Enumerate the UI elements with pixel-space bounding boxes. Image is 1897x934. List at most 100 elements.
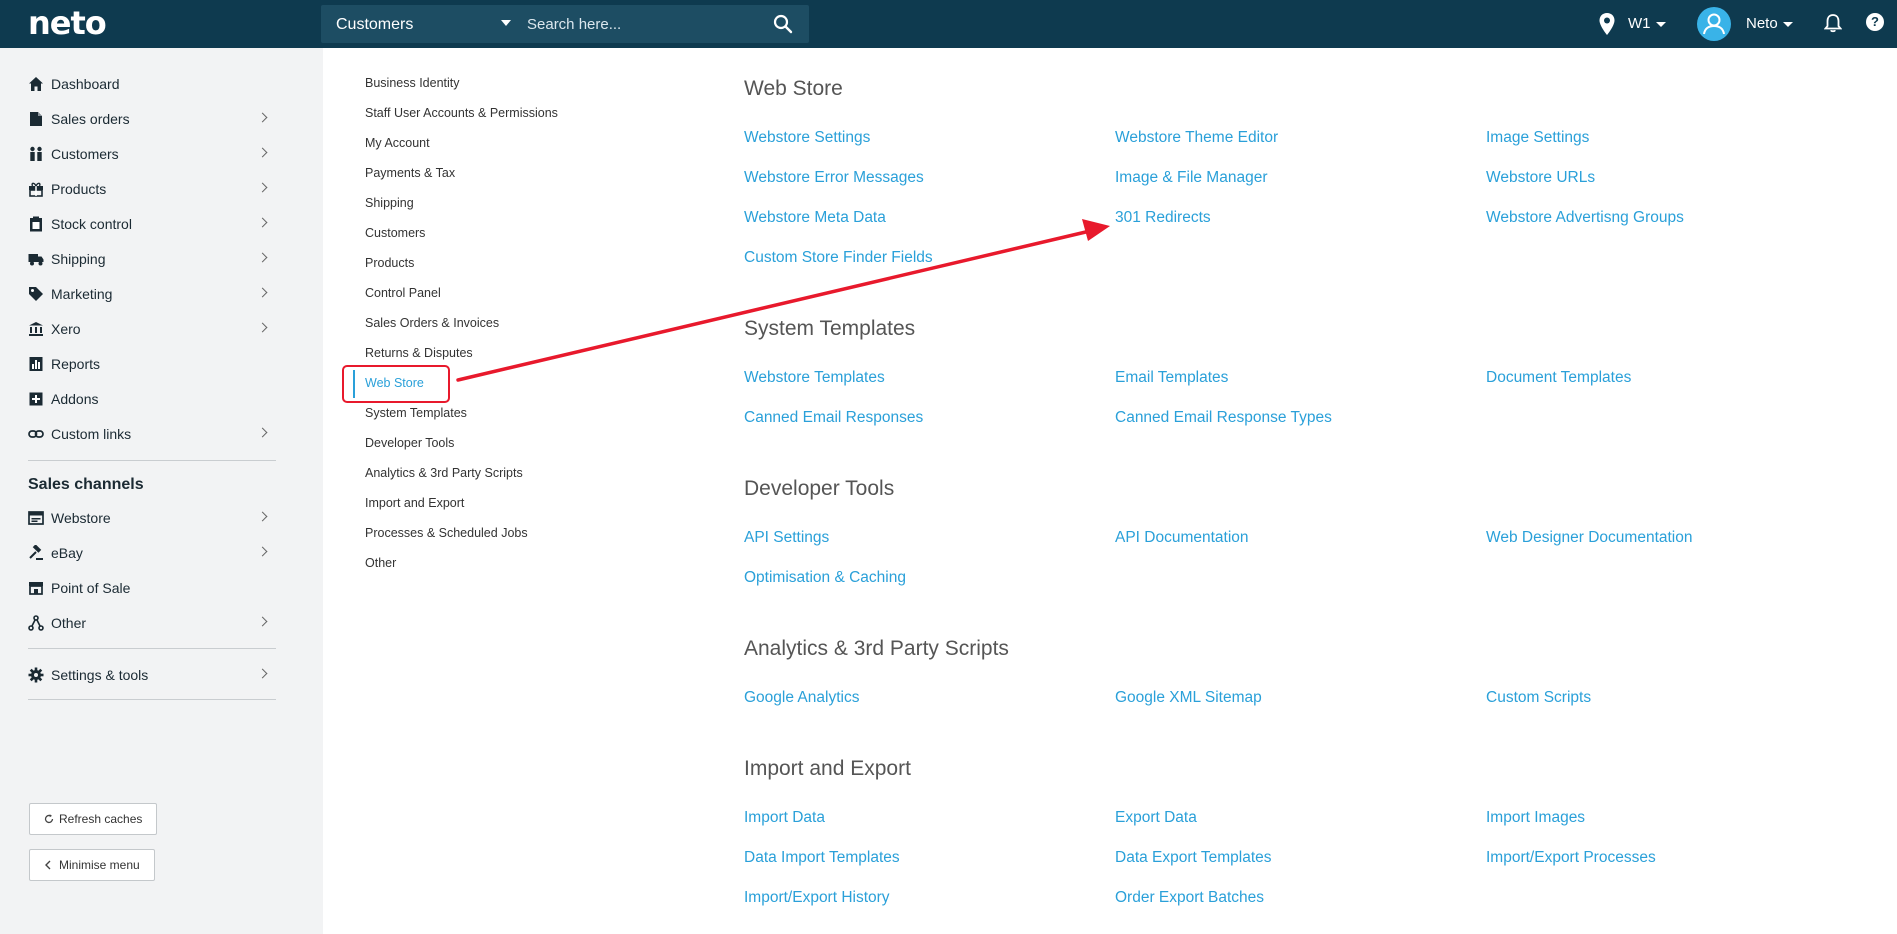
bank-icon: [29, 322, 43, 336]
sidebar-divider: [28, 648, 276, 649]
settings-menu-item[interactable]: Business Identity: [365, 76, 460, 90]
settings-link[interactable]: Import Data: [744, 809, 825, 827]
settings-menu-item[interactable]: Developer Tools: [365, 436, 454, 450]
sidebar-item-label: Products: [51, 181, 107, 197]
settings-link[interactable]: Google XML Sitemap: [1115, 689, 1262, 707]
settings-link[interactable]: Webstore Templates: [744, 369, 885, 387]
settings-link-301-redirects[interactable]: 301 Redirects: [1115, 209, 1211, 227]
search-icon[interactable]: [773, 14, 793, 34]
sidebar-item-stock-control[interactable]: Stock control: [28, 211, 276, 237]
sidebar-item-xero[interactable]: Xero: [28, 316, 276, 342]
user-menu[interactable]: Neto: [1746, 15, 1793, 32]
settings-link[interactable]: Webstore Meta Data: [744, 209, 886, 227]
sidebar-item-sales-orders[interactable]: Sales orders: [28, 106, 276, 132]
settings-link[interactable]: Webstore Error Messages: [744, 169, 924, 187]
neto-logo[interactable]: neto: [28, 4, 107, 42]
sidebar-item-custom-links[interactable]: Custom links: [28, 421, 276, 447]
sidebar-item-label: Customers: [51, 146, 119, 162]
chevron-left-icon: [45, 860, 51, 870]
minimise-menu-label: Minimise menu: [59, 858, 140, 872]
help-icon[interactable]: ?: [1866, 13, 1884, 31]
settings-link[interactable]: Webstore Advertisng Groups: [1486, 209, 1684, 227]
sidebar-item-label: Reports: [51, 356, 101, 372]
refresh-caches-button[interactable]: Refresh caches: [29, 803, 158, 835]
location-label: W1: [1628, 15, 1651, 32]
store-icon: [29, 582, 43, 595]
settings-link[interactable]: Optimisation & Caching: [744, 569, 906, 587]
network-icon: [28, 615, 44, 631]
location-selector[interactable]: W1: [1628, 15, 1666, 32]
sidebar-item-marketing[interactable]: Marketing: [28, 281, 276, 307]
settings-link[interactable]: Custom Scripts: [1486, 689, 1591, 707]
sidebar-item-shipping[interactable]: Shipping: [28, 246, 276, 272]
settings-link[interactable]: Google Analytics: [744, 689, 859, 707]
settings-link[interactable]: API Documentation: [1115, 529, 1249, 547]
sidebar-item-settings-tools[interactable]: Settings & tools: [28, 662, 276, 688]
sidebar-item-ebay[interactable]: eBay: [28, 540, 276, 566]
sidebar-item-webstore[interactable]: Webstore: [28, 505, 276, 531]
settings-menu-item[interactable]: Other: [365, 556, 396, 570]
settings-menu-item[interactable]: Import and Export: [365, 496, 464, 510]
location-pin-icon[interactable]: [1598, 12, 1616, 36]
settings-menu-item[interactable]: Customers: [365, 226, 425, 240]
settings-menu-item[interactable]: Products: [365, 256, 414, 270]
settings-menu-item[interactable]: Processes & Scheduled Jobs: [365, 526, 528, 540]
browser-icon: [28, 511, 44, 525]
settings-link[interactable]: Import/Export Processes: [1486, 849, 1656, 867]
settings-link[interactable]: Image Settings: [1486, 129, 1589, 147]
settings-link[interactable]: Image & File Manager: [1115, 169, 1268, 187]
clipboard-icon: [30, 216, 42, 232]
avatar[interactable]: [1697, 7, 1731, 41]
bell-icon[interactable]: [1824, 13, 1842, 33]
search-input[interactable]: [521, 9, 766, 39]
sidebar-item-point-of-sale[interactable]: Point of Sale: [28, 575, 276, 601]
minimise-menu-button[interactable]: Minimise menu: [29, 849, 155, 881]
chevron-right-icon: [257, 182, 268, 193]
settings-link[interactable]: Email Templates: [1115, 369, 1228, 387]
settings-menu-item[interactable]: Payments & Tax: [365, 166, 455, 180]
settings-link[interactable]: Canned Email Response Types: [1115, 409, 1332, 427]
settings-link[interactable]: Export Data: [1115, 809, 1197, 827]
sidebar-item-products[interactable]: Products: [28, 176, 276, 202]
settings-link[interactable]: Webstore Settings: [744, 129, 870, 147]
search-scope-select[interactable]: Customers: [321, 5, 521, 43]
settings-link[interactable]: Import Images: [1486, 809, 1585, 827]
section-heading: Web Store: [744, 77, 843, 100]
settings-link[interactable]: Order Export Batches: [1115, 889, 1264, 907]
link-icon: [28, 430, 44, 438]
plus-square-icon: [29, 392, 43, 406]
sidebar-divider: [28, 460, 276, 461]
refresh-caches-label: Refresh caches: [59, 812, 143, 826]
settings-menu-item[interactable]: Sales Orders & Invoices: [365, 316, 499, 330]
settings-link[interactable]: Document Templates: [1486, 369, 1631, 387]
settings-link[interactable]: Canned Email Responses: [744, 409, 923, 427]
settings-link[interactable]: Data Import Templates: [744, 849, 900, 867]
sidebar-item-addons[interactable]: Addons: [28, 386, 276, 412]
settings-link[interactable]: API Settings: [744, 529, 829, 547]
sidebar-item-label: Sales orders: [51, 111, 130, 127]
settings-menu-item[interactable]: Analytics & 3rd Party Scripts: [365, 466, 523, 480]
sidebar-item-label: Stock control: [51, 216, 132, 232]
settings-menu-item[interactable]: Staff User Accounts & Permissions: [365, 106, 558, 120]
chevron-right-icon: [257, 511, 268, 522]
settings-link[interactable]: Web Designer Documentation: [1486, 529, 1693, 547]
settings-menu-item[interactable]: System Templates: [365, 406, 467, 420]
settings-link[interactable]: Import/Export History: [744, 889, 890, 907]
settings-menu-item[interactable]: Control Panel: [365, 286, 441, 300]
settings-menu-item[interactable]: My Account: [365, 136, 430, 150]
sidebar-item-dashboard[interactable]: Dashboard: [28, 71, 276, 97]
sidebar-item-reports[interactable]: Reports: [28, 351, 276, 377]
settings-link[interactable]: Webstore URLs: [1486, 169, 1595, 187]
gear-icon: [28, 667, 44, 683]
settings-menu-item[interactable]: Shipping: [365, 196, 414, 210]
settings-link[interactable]: Custom Store Finder Fields: [744, 249, 933, 267]
settings-menu-item[interactable]: Returns & Disputes: [365, 346, 473, 360]
top-navbar: neto Customers W1 Neto ?: [0, 0, 1897, 48]
chevron-right-icon: [257, 252, 268, 263]
sidebar-item-customers[interactable]: Customers: [28, 141, 276, 167]
sidebar-item-label: Other: [51, 615, 87, 631]
settings-link[interactable]: Data Export Templates: [1115, 849, 1272, 867]
chevron-down-icon[interactable]: [501, 20, 511, 26]
settings-link[interactable]: Webstore Theme Editor: [1115, 129, 1278, 147]
sidebar-item-other[interactable]: Other: [28, 610, 276, 636]
